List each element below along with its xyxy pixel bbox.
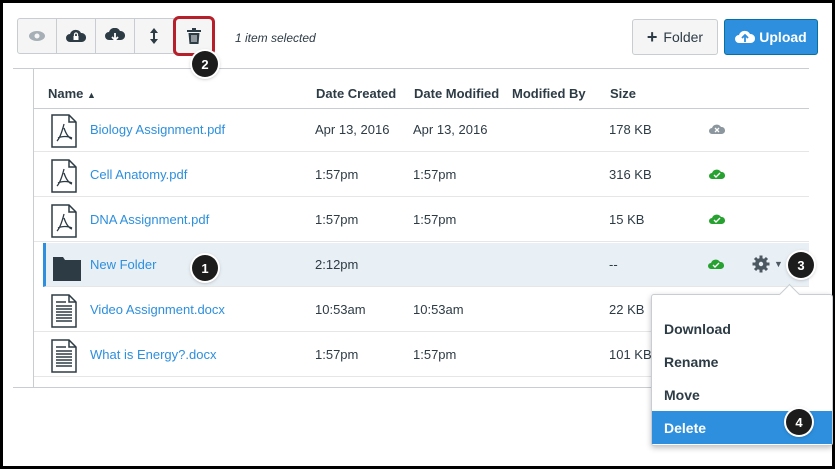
- document-file-icon: [51, 294, 77, 328]
- document-file-icon: [51, 339, 77, 373]
- selection-count: 1 item selected: [235, 31, 316, 45]
- settings-menu-toggle[interactable]: ▼: [752, 255, 783, 273]
- menu-item-move[interactable]: Move: [652, 378, 832, 411]
- cloud-upload-icon: [735, 30, 756, 43]
- date-created: 10:53am: [315, 302, 366, 317]
- folder-row-selected[interactable]: New Folder 2:12pm -- ▼: [43, 243, 809, 287]
- table-top-divider: [13, 68, 809, 69]
- date-modified: Apr 13, 2016: [413, 122, 488, 137]
- file-size: 101 KB: [609, 347, 652, 362]
- menu-item-rename[interactable]: Rename: [652, 345, 832, 378]
- column-date-created[interactable]: Date Created: [316, 86, 396, 101]
- date-created: 2:12pm: [315, 257, 359, 272]
- column-modified-by[interactable]: Modified By: [512, 86, 586, 101]
- file-name-link[interactable]: Cell Anatomy.pdf: [90, 167, 187, 182]
- download-button[interactable]: [95, 18, 135, 54]
- unpublished-cloud-icon[interactable]: [709, 123, 725, 135]
- date-modified: 10:53am: [413, 302, 464, 317]
- pdf-file-icon: [51, 159, 77, 193]
- pdf-file-icon: [51, 114, 77, 148]
- eye-icon: [29, 31, 45, 41]
- column-size[interactable]: Size: [610, 86, 636, 101]
- plus-icon: +: [646, 27, 658, 47]
- file-name-link[interactable]: DNA Assignment.pdf: [90, 212, 209, 227]
- file-size: 15 KB: [609, 212, 645, 227]
- date-modified: 1:57pm: [413, 212, 457, 227]
- published-cloud-icon[interactable]: [708, 258, 724, 270]
- caret-down-icon: ▼: [774, 259, 783, 269]
- file-size: 22 KB: [609, 302, 645, 317]
- file-name-link[interactable]: Video Assignment.docx: [90, 302, 225, 317]
- file-row[interactable]: Biology Assignment.pdf Apr 13, 2016 Apr …: [34, 108, 809, 152]
- date-created: 1:57pm: [315, 347, 359, 362]
- callout-2: 2: [192, 51, 218, 77]
- column-date-modified[interactable]: Date Modified: [414, 86, 499, 101]
- file-row[interactable]: DNA Assignment.pdf 1:57pm 1:57pm 15 KB: [34, 198, 809, 242]
- cloud-download-icon: [105, 28, 125, 42]
- upload-button-label: Upload: [759, 29, 807, 45]
- date-modified: 1:57pm: [413, 347, 457, 362]
- date-created: 1:57pm: [315, 212, 359, 227]
- file-size: 316 KB: [609, 167, 652, 182]
- restrict-access-button[interactable]: [56, 18, 96, 54]
- file-size: --: [609, 257, 618, 272]
- delete-button[interactable]: [173, 16, 215, 56]
- cloud-lock-icon: [66, 29, 86, 42]
- column-name[interactable]: Name ▲: [48, 86, 96, 101]
- date-created: 1:57pm: [315, 167, 359, 182]
- published-cloud-icon[interactable]: [709, 168, 725, 180]
- file-toolbar: [17, 16, 215, 56]
- file-row[interactable]: Cell Anatomy.pdf 1:57pm 1:57pm 316 KB: [34, 153, 809, 197]
- file-name-link[interactable]: What is Energy?.docx: [90, 347, 216, 362]
- sort-ascending-icon: ▲: [87, 90, 96, 100]
- callout-1: 1: [192, 255, 218, 281]
- add-folder-button[interactable]: + Folder: [632, 19, 718, 55]
- file-name-link[interactable]: New Folder: [90, 257, 156, 272]
- pdf-file-icon: [51, 204, 77, 238]
- published-cloud-icon[interactable]: [709, 213, 725, 225]
- table-header: Name ▲ Date Created Date Modified Modifi…: [34, 77, 809, 109]
- move-button[interactable]: [134, 18, 174, 54]
- callout-3: 3: [788, 252, 814, 278]
- trash-icon: [187, 28, 201, 44]
- move-vertical-icon: [150, 28, 158, 44]
- folder-icon: [53, 257, 81, 281]
- menu-item-download[interactable]: Download: [652, 312, 832, 345]
- file-size: 178 KB: [609, 122, 652, 137]
- date-created: Apr 13, 2016: [315, 122, 390, 137]
- callout-4: 4: [786, 409, 812, 435]
- preview-button[interactable]: [17, 18, 57, 54]
- folder-button-label: Folder: [663, 29, 704, 45]
- date-modified: 1:57pm: [413, 167, 457, 182]
- file-name-link[interactable]: Biology Assignment.pdf: [90, 122, 225, 137]
- upload-button[interactable]: Upload: [724, 19, 818, 55]
- screenshot-frame: 1 item selected + Folder Upload 2 Name ▲…: [0, 0, 835, 469]
- gear-icon: [752, 255, 770, 273]
